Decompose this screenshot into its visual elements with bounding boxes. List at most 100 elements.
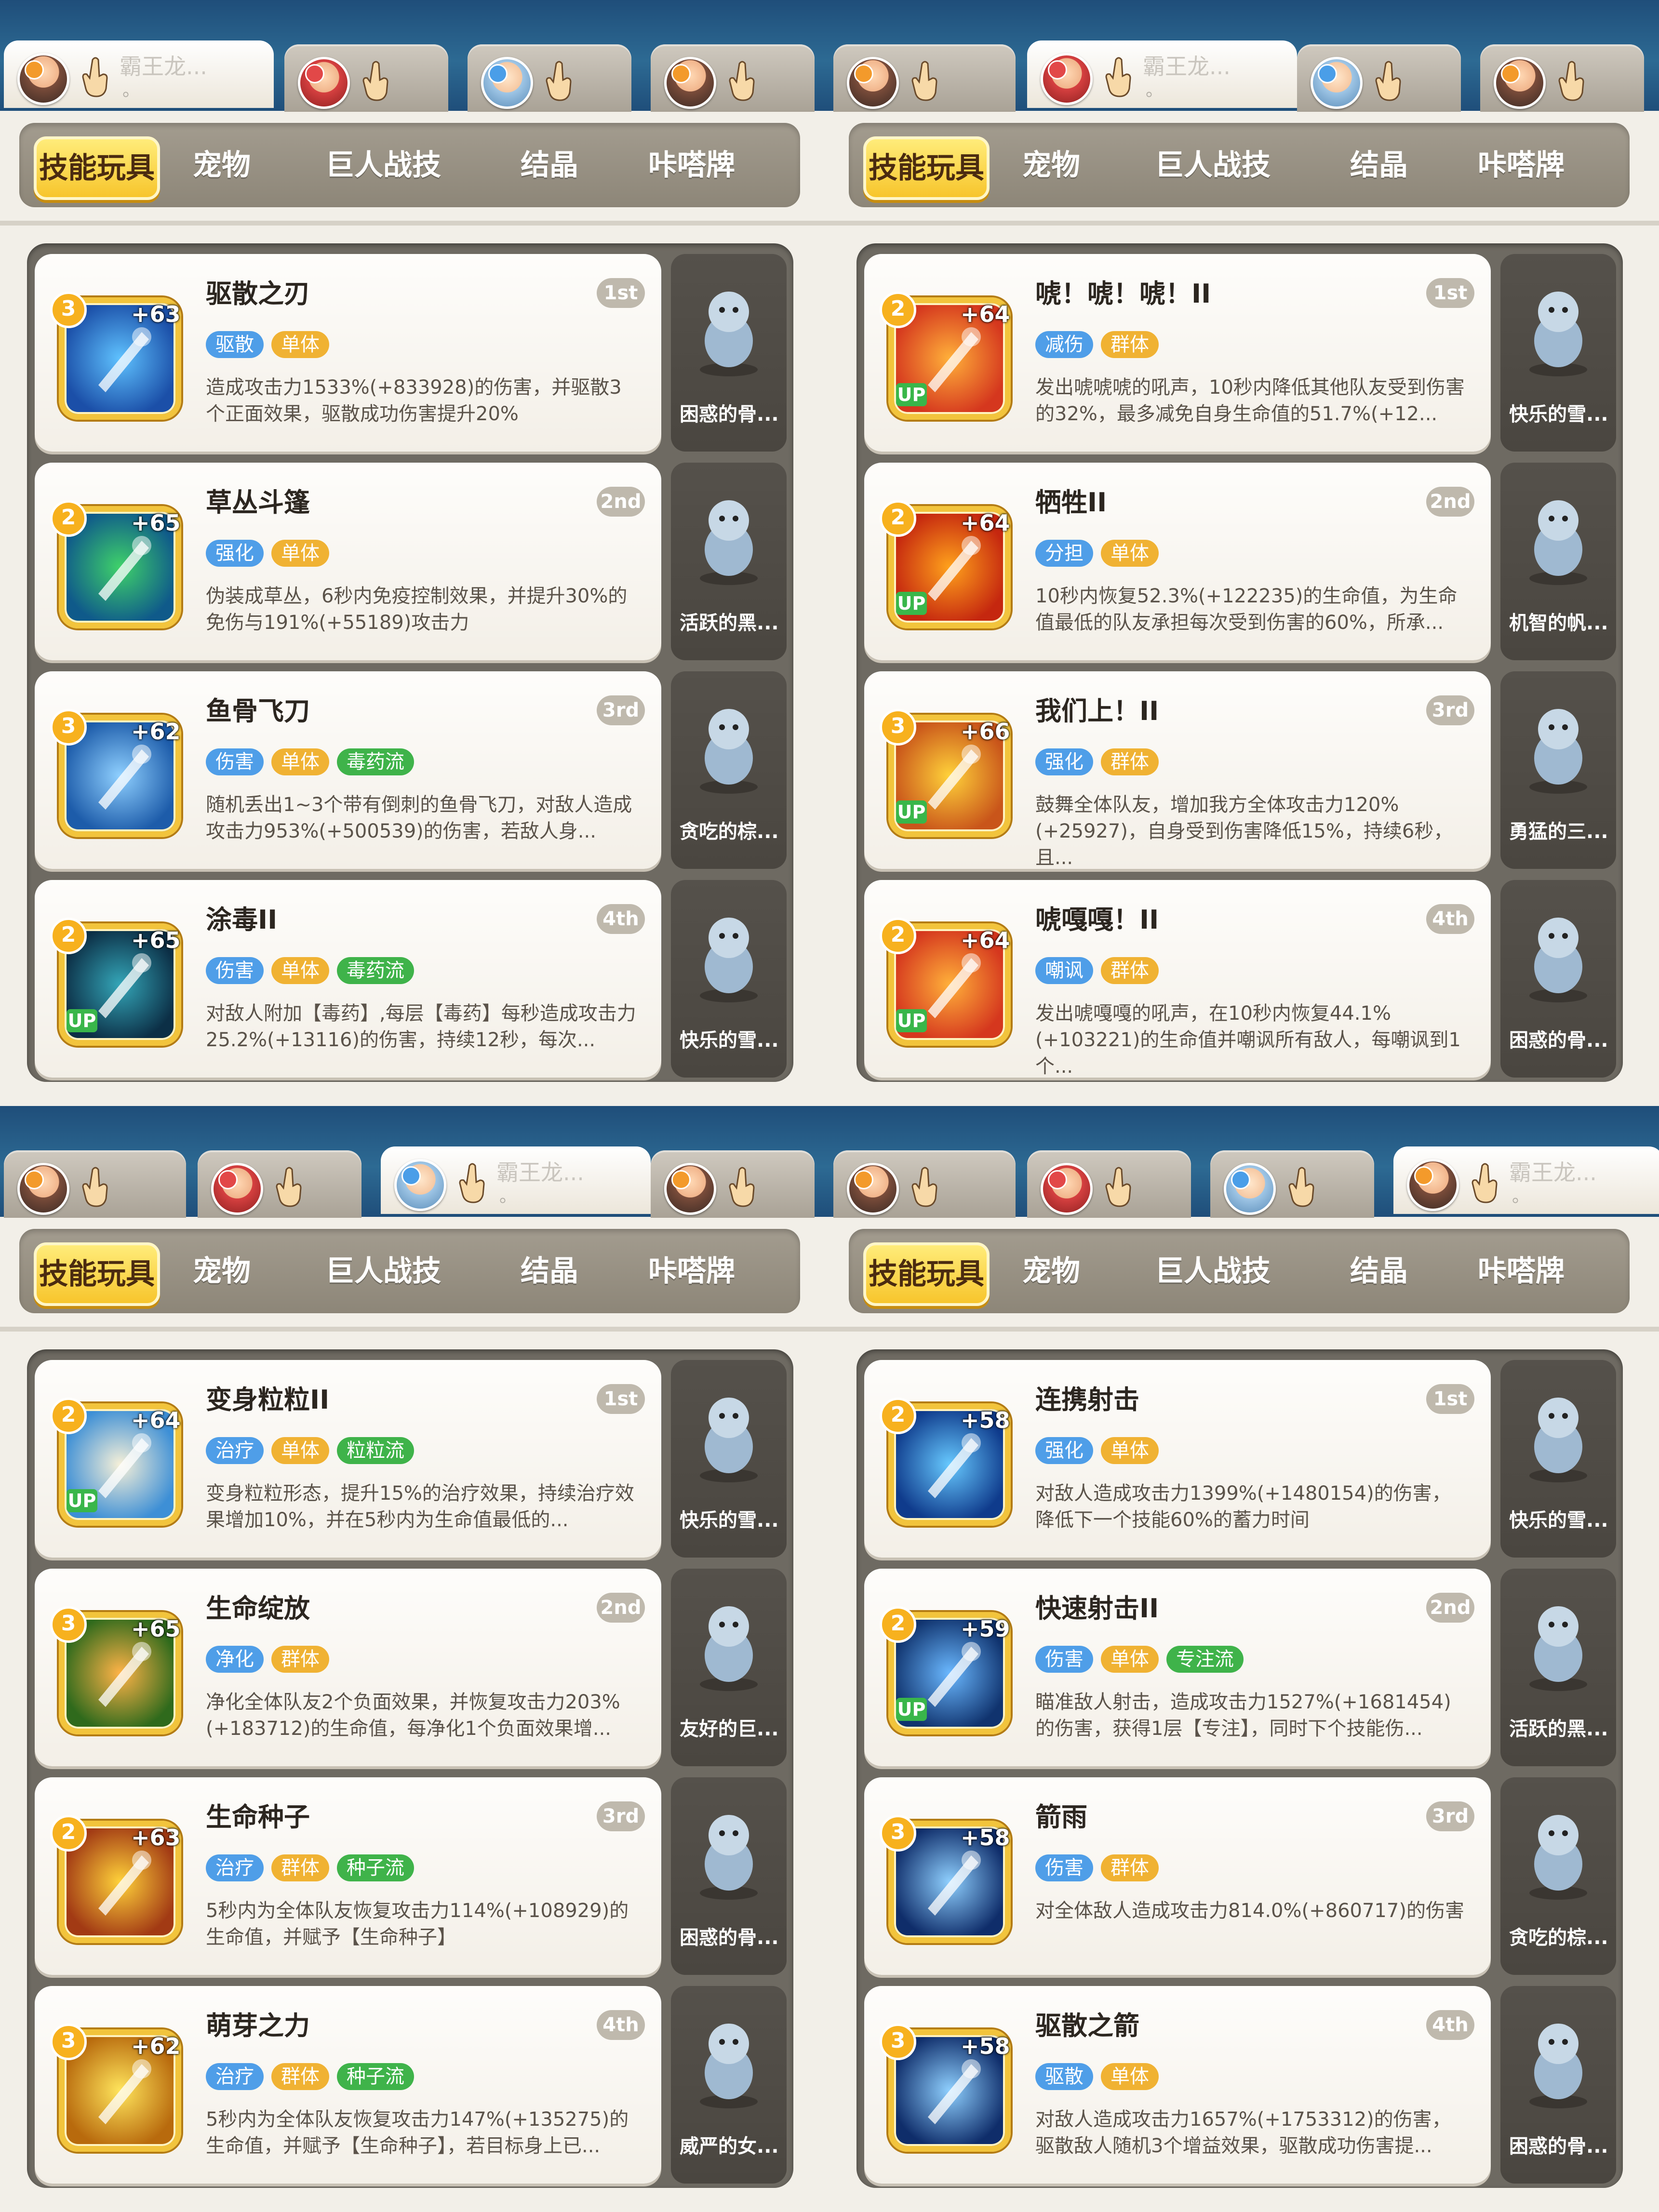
tab-category-3[interactable]: 巨人战技 bbox=[1111, 1242, 1314, 1300]
tab-category-5[interactable]: 咔嗒牌 bbox=[1434, 1242, 1608, 1300]
character-tabs: 霸王龙...。 bbox=[0, 1106, 830, 1218]
character-tab-1[interactable] bbox=[4, 1150, 186, 1218]
tab-category-1[interactable]: 技能玩具 bbox=[863, 1242, 990, 1306]
character-tab-2[interactable] bbox=[1027, 1150, 1191, 1218]
pet-slot[interactable]: 威严的女... bbox=[671, 1986, 787, 2184]
skill-description: 发出唬唬唬的吼声，10秒内降低其他队友受到伤害的32%，最多减免自身生命值的51… bbox=[1035, 376, 1465, 425]
character-tab-4[interactable] bbox=[651, 1150, 815, 1218]
pet-slot[interactable]: 快乐的雪... bbox=[671, 880, 787, 1078]
tab-category-2[interactable]: 宠物 bbox=[174, 136, 270, 194]
tab-category-1[interactable]: 技能玩具 bbox=[34, 136, 160, 200]
rank-badge: 3rd bbox=[1426, 1801, 1474, 1831]
skill-tag: 专注流 bbox=[1166, 1646, 1244, 1673]
tab-category-2[interactable]: 宠物 bbox=[1003, 136, 1099, 194]
character-tab-4[interactable]: 霸王龙...。 bbox=[1393, 1146, 1659, 1214]
skill-card[interactable]: 2 +58 连携射击 1st 强化 单体 对敌人造成攻击力1399%(+1480154)的伤… bbox=[864, 1360, 1491, 1558]
pet-slot[interactable]: 贪吃的棕... bbox=[671, 671, 787, 869]
character-tab-4[interactable] bbox=[1480, 44, 1644, 112]
skill-tag: 群体 bbox=[1101, 957, 1159, 984]
skill-card[interactable]: 3 +62 萌芽之力 4th 治疗 群体 种子流 5秒内为全体队友恢复攻击力147%(+135… bbox=[35, 1986, 661, 2184]
skill-card[interactable]: 2 +64 UP 唬嘎嘎！II 4th 嘲讽 群体 发出唬嘎嘎的吼声，在10秒内恢复44.1%… bbox=[864, 880, 1491, 1078]
skill-card[interactable]: 3 +58 箭雨 3rd 伤害 群体 对全体敌人造成攻击力814.0%(+860717)的伤… bbox=[864, 1777, 1491, 1975]
skill-card[interactable]: 3 +65 生命绽放 2nd 净化 群体 净化全体队友2个负面效果，并恢复攻击力203%(+… bbox=[35, 1569, 661, 1766]
tab-category-3[interactable]: 巨人战技 bbox=[282, 136, 484, 194]
skill-card[interactable]: 3 +62 鱼骨飞刀 3rd 伤害 单体 毒药流 随机丢出1~3个带有倒刺的鱼骨飞刀，对敌人造… bbox=[35, 671, 661, 869]
tab-category-4[interactable]: 结晶 bbox=[501, 136, 598, 194]
pet-slot[interactable]: 友好的巨... bbox=[671, 1569, 787, 1766]
character-tab-3[interactable] bbox=[1297, 44, 1461, 112]
tab-category-4[interactable]: 结晶 bbox=[1331, 1242, 1427, 1300]
tab-category-5[interactable]: 咔嗒牌 bbox=[605, 1242, 778, 1300]
avatar-icon bbox=[664, 57, 716, 109]
pet-slot[interactable]: 活跃的黑... bbox=[671, 463, 787, 660]
skill-tags: 强化 群体 bbox=[1035, 748, 1166, 777]
skill-card[interactable]: 2 +64 UP 唬！唬！唬！II 1st 减伤 群体 发出唬唬唬的吼声，10秒内降低其他队友… bbox=[864, 254, 1491, 452]
skill-tag: 伤害 bbox=[1035, 1854, 1093, 1881]
skill-card[interactable]: 2 +65 草丛斗篷 2nd 强化 单体 伪装成草丛，6秒内免疫控制效果，并提升30%的免伤… bbox=[35, 463, 661, 660]
character-tab-2[interactable] bbox=[284, 44, 448, 112]
character-tab-1[interactable]: 霸王龙...。 bbox=[4, 40, 274, 108]
skill-card[interactable]: 2 +65 UP 涂毒II 4th 伤害 单体 毒药流 对敌人附加【毒药】,每层【毒药】每秒造成… bbox=[35, 880, 661, 1078]
skill-tags: 嘲讽 群体 bbox=[1035, 957, 1166, 986]
skill-card[interactable]: 2 +63 生命种子 3rd 治疗 群体 种子流 5秒内为全体队友恢复攻击力114%(+108… bbox=[35, 1777, 661, 1975]
rank-badge: 2nd bbox=[597, 487, 645, 517]
tab-category-5[interactable]: 咔嗒牌 bbox=[605, 136, 778, 194]
tab-category-2[interactable]: 宠物 bbox=[1003, 1242, 1099, 1300]
skill-name: 生命绽放 bbox=[206, 1593, 310, 1624]
skill-tags: 强化 单体 bbox=[1035, 1437, 1166, 1466]
pet-slot[interactable]: 贪吃的棕... bbox=[1500, 1777, 1616, 1975]
pet-name: 勇猛的三... bbox=[1509, 821, 1608, 843]
pet-name: 活跃的黑... bbox=[680, 612, 779, 634]
character-tab-1[interactable] bbox=[833, 44, 1016, 112]
tab-category-1[interactable]: 技能玩具 bbox=[863, 136, 990, 200]
tab-category-4[interactable]: 结晶 bbox=[501, 1242, 598, 1300]
character-tab-2[interactable] bbox=[198, 1150, 361, 1218]
tab-category-2[interactable]: 宠物 bbox=[174, 1242, 270, 1300]
pet-slot[interactable]: 机智的帆... bbox=[1500, 463, 1616, 660]
skill-card[interactable]: 3 +66 UP 我们上！II 3rd 强化 群体 鼓舞全体队友，增加我方全体攻击力120%(… bbox=[864, 671, 1491, 869]
category-tabs: 技能玩具 宠物 巨人战技 结晶 咔嗒牌 bbox=[19, 1229, 800, 1313]
tab-category-4[interactable]: 结晶 bbox=[1331, 136, 1427, 194]
pet-slot[interactable]: 勇猛的三... bbox=[1500, 671, 1616, 869]
skill-row: 3 +66 UP 我们上！II 3rd 强化 群体 鼓舞全体队友，增加我方全体攻击力120%(… bbox=[864, 671, 1616, 869]
tab-category-3[interactable]: 巨人战技 bbox=[282, 1242, 484, 1300]
skill-tags: 伤害 单体 专注流 bbox=[1035, 1646, 1251, 1675]
pet-slot[interactable]: 快乐的雪... bbox=[671, 1360, 787, 1558]
tab-category-1[interactable]: 技能玩具 bbox=[34, 1242, 160, 1306]
skill-row: 3 +65 生命绽放 2nd 净化 群体 净化全体队友2个负面效果，并恢复攻击力203%(+… bbox=[35, 1569, 787, 1766]
avatar-icon bbox=[1224, 1163, 1276, 1215]
pet-slot[interactable]: 快乐的雪... bbox=[1500, 1360, 1616, 1558]
quad-bottom-left: 霸王龙...。技能玩具 宠物 巨人战技 结晶 咔嗒牌 2 +64 UP 变身粒粒II 1st 治疗单… bbox=[0, 1106, 830, 2212]
skill-card[interactable]: 3 +63 驱散之刃 1st 驱散 单体 造成攻击力1533%(+833928)的伤害，并驱… bbox=[35, 254, 661, 452]
skill-tag: 强化 bbox=[1035, 748, 1093, 775]
character-tab-3[interactable]: 霸王龙...。 bbox=[381, 1146, 651, 1214]
up-badge: UP bbox=[67, 1489, 97, 1512]
skill-name: 驱散之刃 bbox=[206, 279, 310, 309]
character-tab-3[interactable] bbox=[468, 44, 631, 112]
tab-category-5[interactable]: 咔嗒牌 bbox=[1434, 136, 1608, 194]
skill-tag: 伤害 bbox=[206, 957, 264, 984]
pet-slot[interactable]: 困惑的骨... bbox=[671, 1777, 787, 1975]
pet-slot[interactable]: 困惑的骨... bbox=[671, 254, 787, 452]
skill-tags: 治疗 单体 粒粒流 bbox=[206, 1437, 422, 1466]
skill-row: 3 +58 箭雨 3rd 伤害 群体 对全体敌人造成攻击力814.0%(+860717)的伤… bbox=[864, 1777, 1616, 1975]
skill-card[interactable]: 2 +59 UP 快速射击II 2nd 伤害 单体 专注流 瞄准敌人射击，造成攻击力1527%(… bbox=[864, 1569, 1491, 1766]
tab-category-3[interactable]: 巨人战技 bbox=[1111, 136, 1314, 194]
skill-card[interactable]: 2 +64 UP 牺牲II 2nd 分担 单体 10秒内恢复52.3%(+122235)的生命… bbox=[864, 463, 1491, 660]
character-tab-4[interactable] bbox=[651, 44, 815, 112]
tier-badge: 2 bbox=[880, 500, 916, 537]
pet-slot[interactable]: 困惑的骨... bbox=[1500, 880, 1616, 1078]
pet-slot[interactable]: 快乐的雪... bbox=[1500, 254, 1616, 452]
pet-slot[interactable]: 活跃的黑... bbox=[1500, 1569, 1616, 1766]
avatar-icon bbox=[1311, 57, 1363, 109]
pet-avatar-icon bbox=[690, 1379, 767, 1485]
character-tab-1[interactable] bbox=[833, 1150, 1016, 1218]
avatar-icon bbox=[1494, 57, 1546, 109]
skill-tag: 治疗 bbox=[206, 1854, 264, 1881]
pet-slot[interactable]: 困惑的骨... bbox=[1500, 1986, 1616, 2184]
character-tab-2[interactable]: 霸王龙...。 bbox=[1027, 40, 1297, 108]
character-tab-3[interactable] bbox=[1210, 1150, 1374, 1218]
skill-card[interactable]: 3 +58 驱散之箭 4th 驱散 单体 对敌人造成攻击力1657%(+1753312)的伤… bbox=[864, 1986, 1491, 2184]
hand-icon bbox=[1284, 1165, 1319, 1209]
skill-card[interactable]: 2 +64 UP 变身粒粒II 1st 治疗 单体 粒粒流 变身粒粒形态，提升15%的治疗效果，… bbox=[35, 1360, 661, 1558]
